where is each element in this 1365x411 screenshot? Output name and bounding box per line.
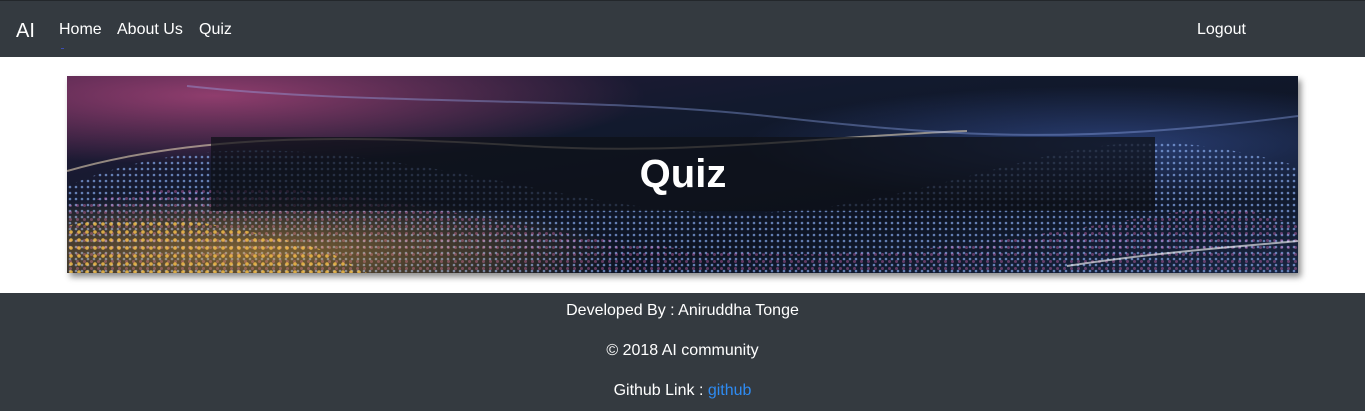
hero-jumbotron: Quiz [67,76,1298,273]
page-title: Quiz [639,152,727,196]
brand-logo-link[interactable]: AI [16,20,35,42]
nav-quiz-link[interactable]: Quiz [199,21,232,39]
top-navbar: AI Home About Us Quiz Logout [0,0,1365,57]
logout-link[interactable]: Logout [1197,21,1246,39]
hero-title-banner: Quiz [211,137,1155,211]
page-footer: Developed By : Aniruddha Tonge © 2018 AI… [0,293,1365,411]
github-link[interactable]: github [708,382,752,399]
github-line: Github Link : github [0,382,1365,400]
copyright-text: © 2018 AI community [606,342,759,359]
github-label: Github Link : [613,382,708,399]
nav-about-us-link[interactable]: About Us [117,21,183,39]
nav-home-link[interactable]: Home [59,21,102,39]
developer-credit: Developed By : Aniruddha Tonge [566,302,799,319]
nav-active-indicator [61,48,64,49]
